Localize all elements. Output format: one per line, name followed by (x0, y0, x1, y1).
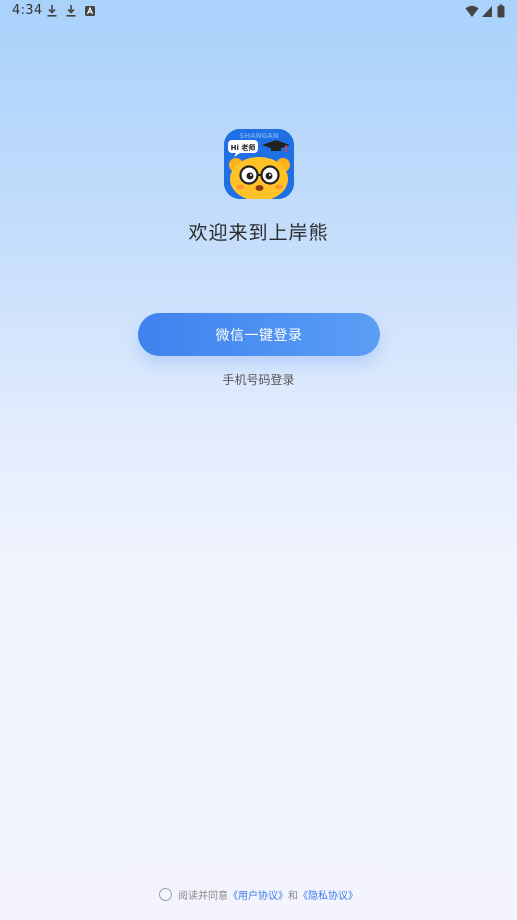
download-icon (65, 4, 77, 18)
agreement-row: 阅读并同意 《用户协议》 和 《隐私协议》 (0, 887, 517, 902)
user-agreement-link[interactable]: 《用户协议》 (228, 887, 288, 902)
battery-icon (497, 4, 505, 18)
status-time: 4:34 (12, 3, 43, 18)
logo-speech-text: Hi 老师 (231, 143, 256, 152)
app-logo: SHANGAN Hi 老师 (224, 129, 294, 199)
accessibility-a-icon (84, 4, 96, 18)
agreement-checkbox[interactable] (159, 888, 172, 901)
privacy-policy-link[interactable]: 《隐私协议》 (298, 887, 358, 902)
bear-mascot-logo-icon: SHANGAN Hi 老师 (224, 129, 294, 199)
phone-login-link[interactable]: 手机号码登录 (0, 371, 517, 388)
agreement-prefix: 阅读并同意 (178, 891, 228, 902)
status-bar: 4:34 (0, 0, 517, 22)
signal-icon (481, 4, 493, 18)
wifi-icon (465, 4, 479, 18)
agreement-conjunction: 和 (288, 891, 298, 902)
logo-brand-text: SHANGAN (239, 132, 278, 140)
wechat-login-button[interactable]: 微信一键登录 (138, 313, 380, 356)
welcome-title: 欢迎来到上岸熊 (188, 222, 329, 244)
download-icon (46, 4, 58, 18)
